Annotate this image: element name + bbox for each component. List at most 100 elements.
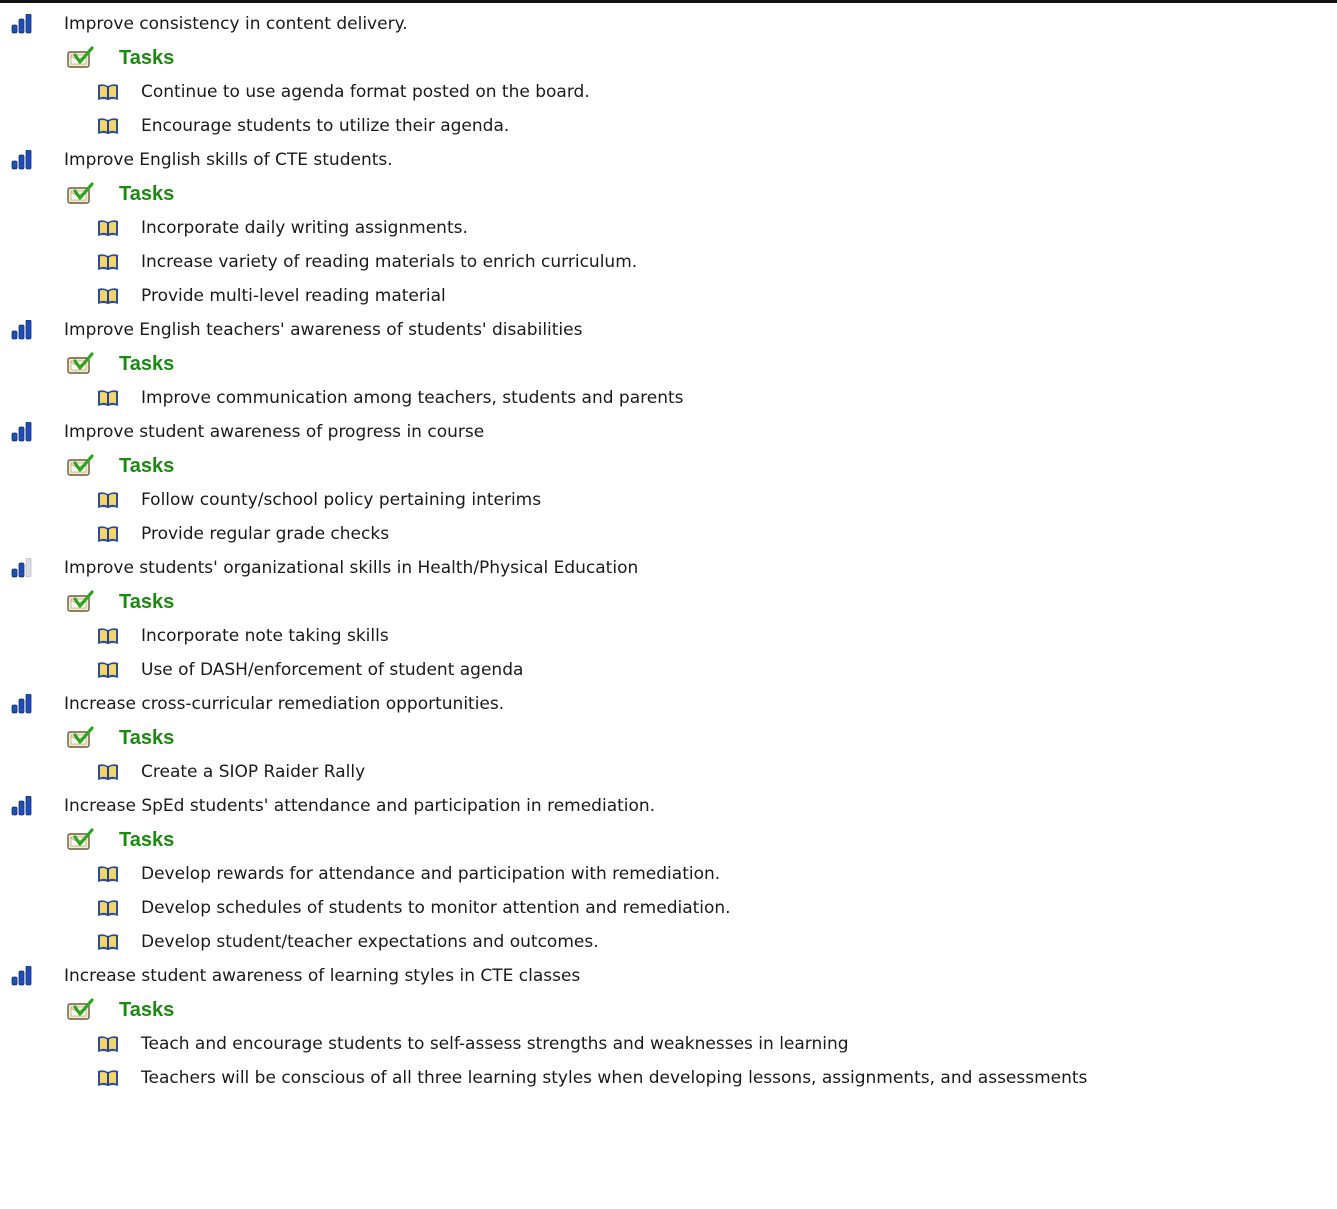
task-text: Create a SIOP Raider Rally <box>141 762 366 782</box>
open-book-icon <box>97 898 119 918</box>
task-checklist-icon <box>66 828 94 852</box>
task-row: Develop schedules of students to monitor… <box>0 891 1337 925</box>
open-book-icon <box>97 932 119 952</box>
progress-bar-segment <box>25 150 32 170</box>
task-row: Develop student/teacher expectations and… <box>0 925 1337 959</box>
progress-bars-icon <box>11 796 33 816</box>
goal-text: Increase SpEd students' attendance and p… <box>64 796 656 816</box>
open-book-icon <box>97 388 119 408</box>
tasks-label: Tasks <box>119 828 175 851</box>
task-text: Encourage students to utilize their agen… <box>141 116 510 136</box>
tasks-label: Tasks <box>119 590 175 613</box>
task-checklist-icon <box>66 590 94 614</box>
progress-bar-segment <box>25 966 32 986</box>
top-divider <box>0 0 1337 3</box>
open-book-icon <box>97 252 119 272</box>
task-checklist-icon <box>66 454 94 478</box>
task-text: Increase variety of reading materials to… <box>141 252 638 272</box>
goal-text: Improve English skills of CTE students. <box>64 150 393 170</box>
task-row: Teach and encourage students to self-ass… <box>0 1027 1337 1061</box>
progress-bars-icon <box>11 150 33 170</box>
goal-row: Improve students' organizational skills … <box>0 551 1337 585</box>
goal-text: Increase cross-curricular remediation op… <box>64 694 505 714</box>
goal-row: Improve English skills of CTE students. <box>0 143 1337 177</box>
progress-bar-segment <box>18 970 25 986</box>
open-book-icon <box>97 864 119 884</box>
task-row: Provide regular grade checks <box>0 517 1337 551</box>
progress-bars-icon <box>11 320 33 340</box>
goal-text: Increase student awareness of learning s… <box>64 966 581 986</box>
task-row: Incorporate note taking skills <box>0 619 1337 653</box>
tasks-label: Tasks <box>119 726 175 749</box>
task-row: Encourage students to utilize their agen… <box>0 109 1337 143</box>
task-text: Follow county/school policy pertaining i… <box>141 490 542 510</box>
task-row: Improve communication among teachers, st… <box>0 381 1337 415</box>
task-text: Improve communication among teachers, st… <box>141 388 684 408</box>
open-book-icon <box>97 116 119 136</box>
task-text: Teachers will be conscious of all three … <box>141 1068 1088 1088</box>
open-book-icon <box>97 660 119 680</box>
task-checklist-icon <box>66 352 94 376</box>
progress-bar-segment <box>18 324 25 340</box>
progress-bar-segment <box>25 694 32 714</box>
open-book-icon <box>97 626 119 646</box>
open-book-icon <box>97 490 119 510</box>
progress-bar-segment <box>11 704 18 714</box>
progress-bar-segment <box>25 422 32 442</box>
task-row: Provide multi-level reading material <box>0 279 1337 313</box>
progress-bar-segment <box>18 154 25 170</box>
open-book-icon <box>97 1034 119 1054</box>
task-checklist-icon <box>66 998 94 1022</box>
task-row: Follow county/school policy pertaining i… <box>0 483 1337 517</box>
task-row: Use of DASH/enforcement of student agend… <box>0 653 1337 687</box>
progress-bars-icon <box>11 14 33 34</box>
goal-row: Increase student awareness of learning s… <box>0 959 1337 993</box>
tasks-label: Tasks <box>119 182 175 205</box>
progress-bar-segment <box>18 18 25 34</box>
tasks-label: Tasks <box>119 46 175 69</box>
progress-bars-icon <box>11 558 33 578</box>
goal-row: Improve student awareness of progress in… <box>0 415 1337 449</box>
task-text: Incorporate note taking skills <box>141 626 389 646</box>
task-text: Develop schedules of students to monitor… <box>141 898 731 918</box>
progress-bar-segment <box>11 432 18 442</box>
task-checklist-icon <box>66 182 94 206</box>
progress-bars-icon <box>11 422 33 442</box>
tasks-label: Tasks <box>119 352 175 375</box>
task-checklist-icon <box>66 726 94 750</box>
goal-text: Improve consistency in content delivery. <box>64 14 408 34</box>
goal-text: Improve student awareness of progress in… <box>64 422 485 442</box>
tasks-header: Tasks <box>0 177 1337 211</box>
task-row: Create a SIOP Raider Rally <box>0 755 1337 789</box>
progress-bar-segment <box>25 320 32 340</box>
task-text: Provide multi-level reading material <box>141 286 446 306</box>
tasks-label: Tasks <box>119 454 175 477</box>
tasks-label: Tasks <box>119 998 175 1021</box>
tasks-header: Tasks <box>0 823 1337 857</box>
task-row: Incorporate daily writing assignments. <box>0 211 1337 245</box>
goal-text: Improve students' organizational skills … <box>64 558 639 578</box>
progress-bar-segment <box>25 796 32 816</box>
goal-text: Improve English teachers' awareness of s… <box>64 320 583 340</box>
progress-bar-segment <box>11 330 18 340</box>
task-text: Continue to use agenda format posted on … <box>141 82 590 102</box>
task-text: Develop student/teacher expectations and… <box>141 932 599 952</box>
task-text: Use of DASH/enforcement of student agend… <box>141 660 524 680</box>
tasks-header: Tasks <box>0 993 1337 1027</box>
goal-row: Improve consistency in content delivery. <box>0 7 1337 41</box>
task-text: Provide regular grade checks <box>141 524 390 544</box>
tasks-header: Tasks <box>0 449 1337 483</box>
open-book-icon <box>97 82 119 102</box>
progress-bar-segment <box>11 160 18 170</box>
task-text: Develop rewards for attendance and parti… <box>141 864 721 884</box>
progress-bar-segment <box>25 558 32 578</box>
task-row: Teachers will be conscious of all three … <box>0 1061 1337 1095</box>
tasks-header: Tasks <box>0 41 1337 75</box>
open-book-icon <box>97 762 119 782</box>
progress-bar-segment <box>18 698 25 714</box>
task-row: Increase variety of reading materials to… <box>0 245 1337 279</box>
progress-bar-segment <box>11 806 18 816</box>
open-book-icon <box>97 524 119 544</box>
goal-row: Improve English teachers' awareness of s… <box>0 313 1337 347</box>
goal-row: Increase SpEd students' attendance and p… <box>0 789 1337 823</box>
